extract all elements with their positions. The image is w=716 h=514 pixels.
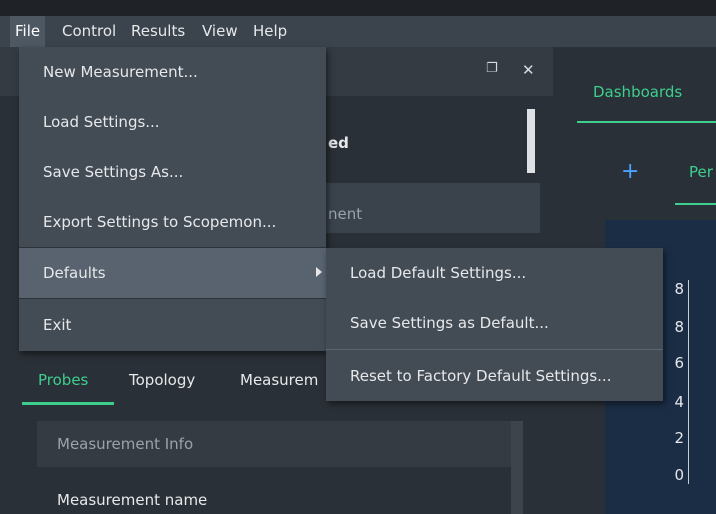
info-title: Measurement Info bbox=[57, 435, 194, 453]
subtab-partial[interactable]: Per bbox=[689, 163, 713, 181]
menu-file[interactable]: File bbox=[10, 16, 46, 47]
menu-control[interactable]: Control bbox=[57, 16, 121, 47]
subtab-underline bbox=[675, 203, 716, 205]
y-tick-label: 6 bbox=[674, 354, 684, 372]
menu-item-load-default-settings[interactable]: Load Default Settings... bbox=[326, 248, 663, 298]
menu-separator bbox=[19, 298, 326, 299]
menu-help[interactable]: Help bbox=[248, 16, 292, 47]
list-item-label: ed bbox=[328, 134, 349, 152]
list-scrollbar[interactable] bbox=[527, 109, 535, 173]
menu-separator bbox=[326, 349, 663, 350]
y-tick-label: 8 bbox=[674, 318, 684, 336]
float-icon[interactable]: ❐ bbox=[486, 61, 498, 76]
defaults-submenu: Load Default Settings... Save Settings a… bbox=[326, 248, 663, 401]
tab-topology[interactable]: Topology bbox=[129, 365, 195, 409]
measurement-name-label: Measurement name bbox=[57, 491, 208, 509]
y-tick-label: 0 bbox=[674, 466, 684, 484]
menu-item-save-settings-as[interactable]: Save Settings As... bbox=[19, 147, 326, 197]
dashboards-underline bbox=[577, 121, 716, 123]
top-strip bbox=[0, 0, 716, 16]
menu-bar: File Control Results View Help bbox=[0, 16, 716, 47]
menu-item-exit[interactable]: Exit bbox=[19, 300, 326, 350]
tab-dashboards[interactable]: Dashboards bbox=[593, 83, 682, 101]
menu-view[interactable]: View bbox=[197, 16, 243, 47]
file-menu: New Measurement... Load Settings... Save… bbox=[19, 47, 326, 351]
menu-item-reset-factory-defaults[interactable]: Reset to Factory Default Settings... bbox=[326, 351, 663, 401]
close-icon[interactable]: ✕ bbox=[522, 61, 535, 79]
tab-underline bbox=[22, 402, 114, 405]
menu-item-export-scopemon[interactable]: Export Settings to Scopemon... bbox=[19, 197, 326, 247]
menu-item-defaults[interactable]: Defaults bbox=[19, 248, 326, 298]
y-tick-label: 2 bbox=[674, 429, 684, 447]
add-icon[interactable]: + bbox=[621, 159, 639, 184]
y-axis bbox=[688, 280, 689, 484]
menu-item-save-as-default[interactable]: Save Settings as Default... bbox=[326, 298, 663, 348]
menu-item-load-settings[interactable]: Load Settings... bbox=[19, 97, 326, 147]
info-scrollbar[interactable] bbox=[511, 421, 523, 514]
menu-results[interactable]: Results bbox=[126, 16, 190, 47]
defaults-label: Defaults bbox=[43, 264, 106, 282]
y-tick-label: 8 bbox=[674, 280, 684, 298]
list-item-label: nent bbox=[328, 205, 363, 223]
submenu-arrow-icon bbox=[316, 267, 322, 277]
menu-item-new-measurement[interactable]: New Measurement... bbox=[19, 47, 326, 97]
y-tick-label: 4 bbox=[674, 393, 684, 411]
tab-measurements[interactable]: Measurem bbox=[240, 365, 318, 409]
